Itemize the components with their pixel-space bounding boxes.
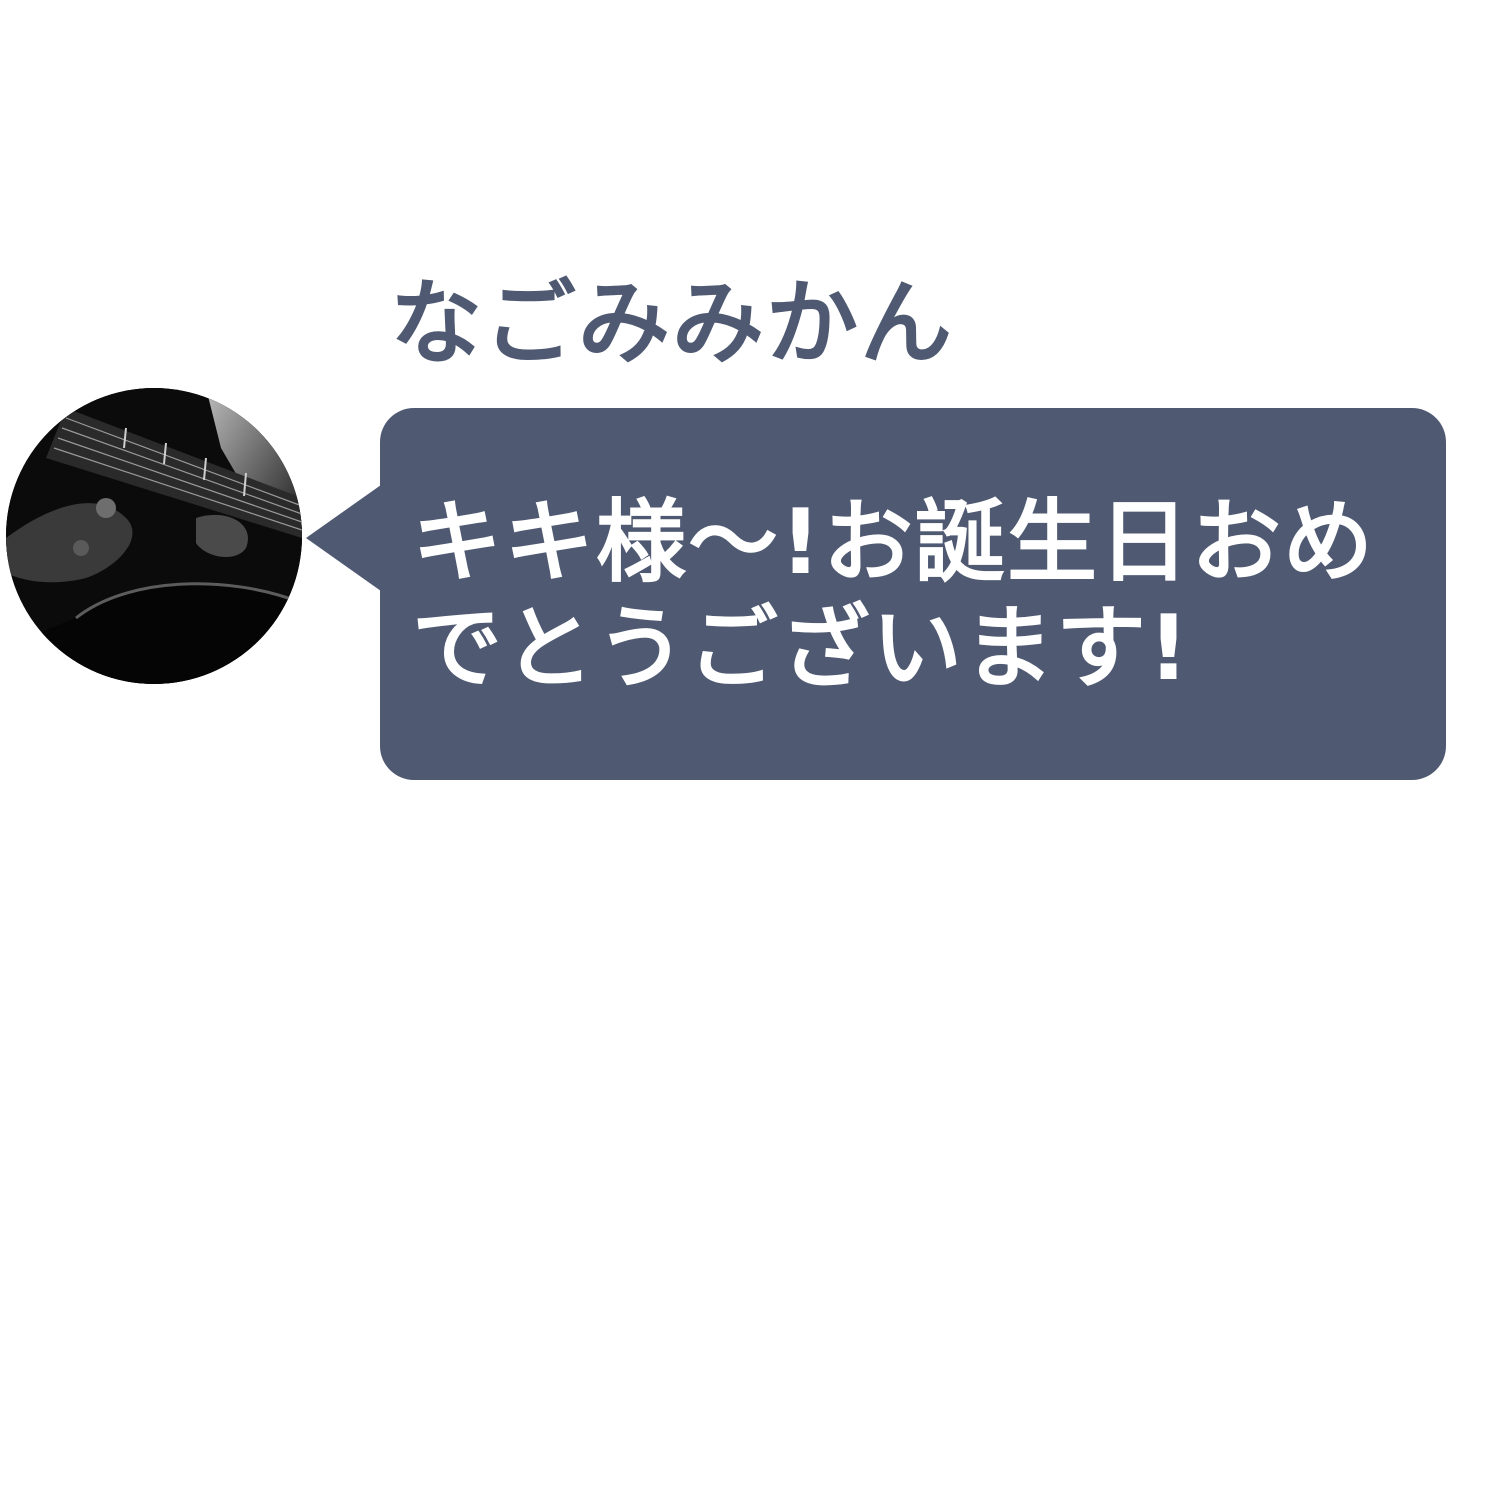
sender-avatar[interactable]: [6, 388, 302, 684]
message-bubble[interactable]: キキ様〜!お誕生日おめでとうございます!: [380, 408, 1446, 780]
chat-message-screen: なごみみかん キキ様〜!お誕生日おめでとうございます!: [0, 0, 1500, 1500]
message-text: キキ様〜!お誕生日おめでとうございます!: [412, 490, 1376, 702]
guitar-photo-icon: [6, 388, 302, 684]
sender-name: なごみみかん: [390, 270, 955, 377]
bubble-tail: [306, 480, 388, 596]
